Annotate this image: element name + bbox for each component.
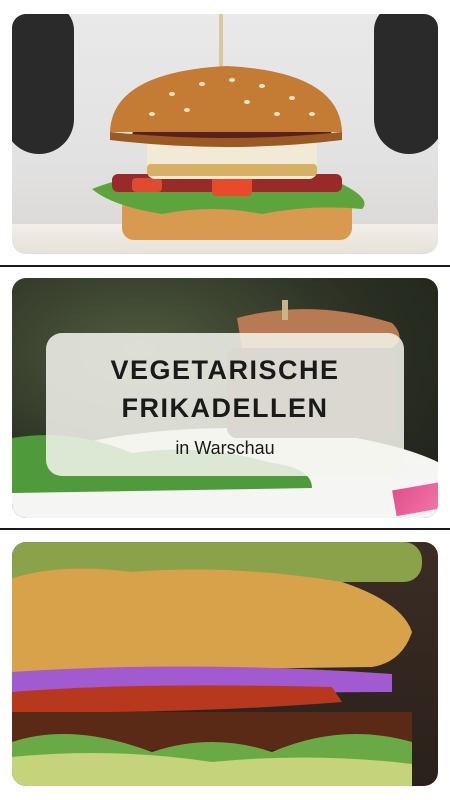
- title-line-1: VEGETARISCHE: [110, 355, 340, 385]
- burger-photo-3: [12, 542, 438, 786]
- burger-illustration-3: [12, 542, 422, 786]
- divider-line-1: [0, 265, 450, 267]
- title-overlay: VEGETARISCHE FRIKADELLEN in Warschau: [46, 333, 404, 476]
- divider-line-2: [0, 528, 450, 530]
- subtitle: in Warschau: [175, 438, 275, 458]
- burger-illustration-1: [92, 14, 365, 240]
- title-line-2: FRIKADELLEN: [121, 393, 329, 423]
- burger-photo-1: [12, 14, 438, 254]
